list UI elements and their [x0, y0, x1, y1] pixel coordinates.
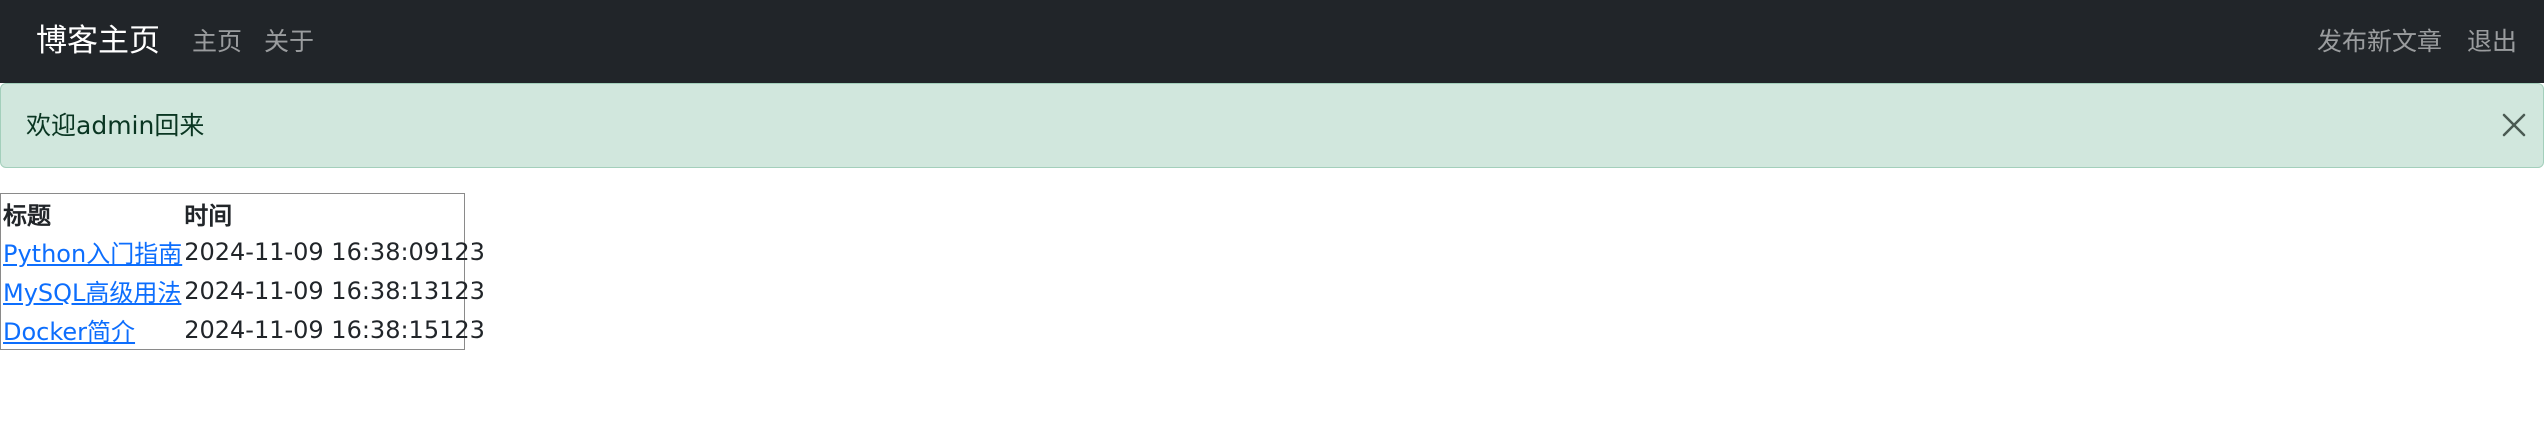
welcome-alert: 欢迎admin回来	[0, 83, 2544, 168]
nav-link-publish-post[interactable]: 发布新文章	[2317, 0, 2442, 83]
table-row: Docker简介 2024-11-09 16:38:15123	[1, 310, 485, 349]
alert-message: 欢迎admin回来	[26, 111, 205, 140]
brand-link[interactable]: 博客主页	[36, 0, 160, 83]
nav-link-logout[interactable]: 退出	[2467, 0, 2517, 83]
column-header-title: 标题	[3, 201, 51, 230]
posts-table: 标题 时间 Python入门指南 2024-11-09 16:38:09123 …	[0, 193, 485, 350]
table-header-row: 标题 时间	[1, 194, 485, 232]
nav-link-about[interactable]: 关于	[264, 0, 314, 83]
table-row: Python入门指南 2024-11-09 16:38:09123	[1, 232, 485, 271]
post-title-link[interactable]: Python入门指南	[3, 240, 182, 268]
post-title-link[interactable]: MySQL高级用法	[3, 279, 181, 307]
column-header-time: 时间	[184, 201, 233, 230]
post-time: 2024-11-09 16:38:09123	[184, 237, 485, 266]
post-time: 2024-11-09 16:38:15123	[184, 315, 485, 344]
post-time: 2024-11-09 16:38:13123	[184, 276, 485, 305]
post-title-link[interactable]: Docker简介	[3, 318, 135, 346]
nav-link-home[interactable]: 主页	[192, 0, 242, 83]
table-row: MySQL高级用法 2024-11-09 16:38:13123	[1, 271, 485, 310]
close-icon[interactable]	[2485, 96, 2543, 154]
top-navbar: 博客主页 主页 关于 发布新文章 退出	[0, 0, 2544, 83]
